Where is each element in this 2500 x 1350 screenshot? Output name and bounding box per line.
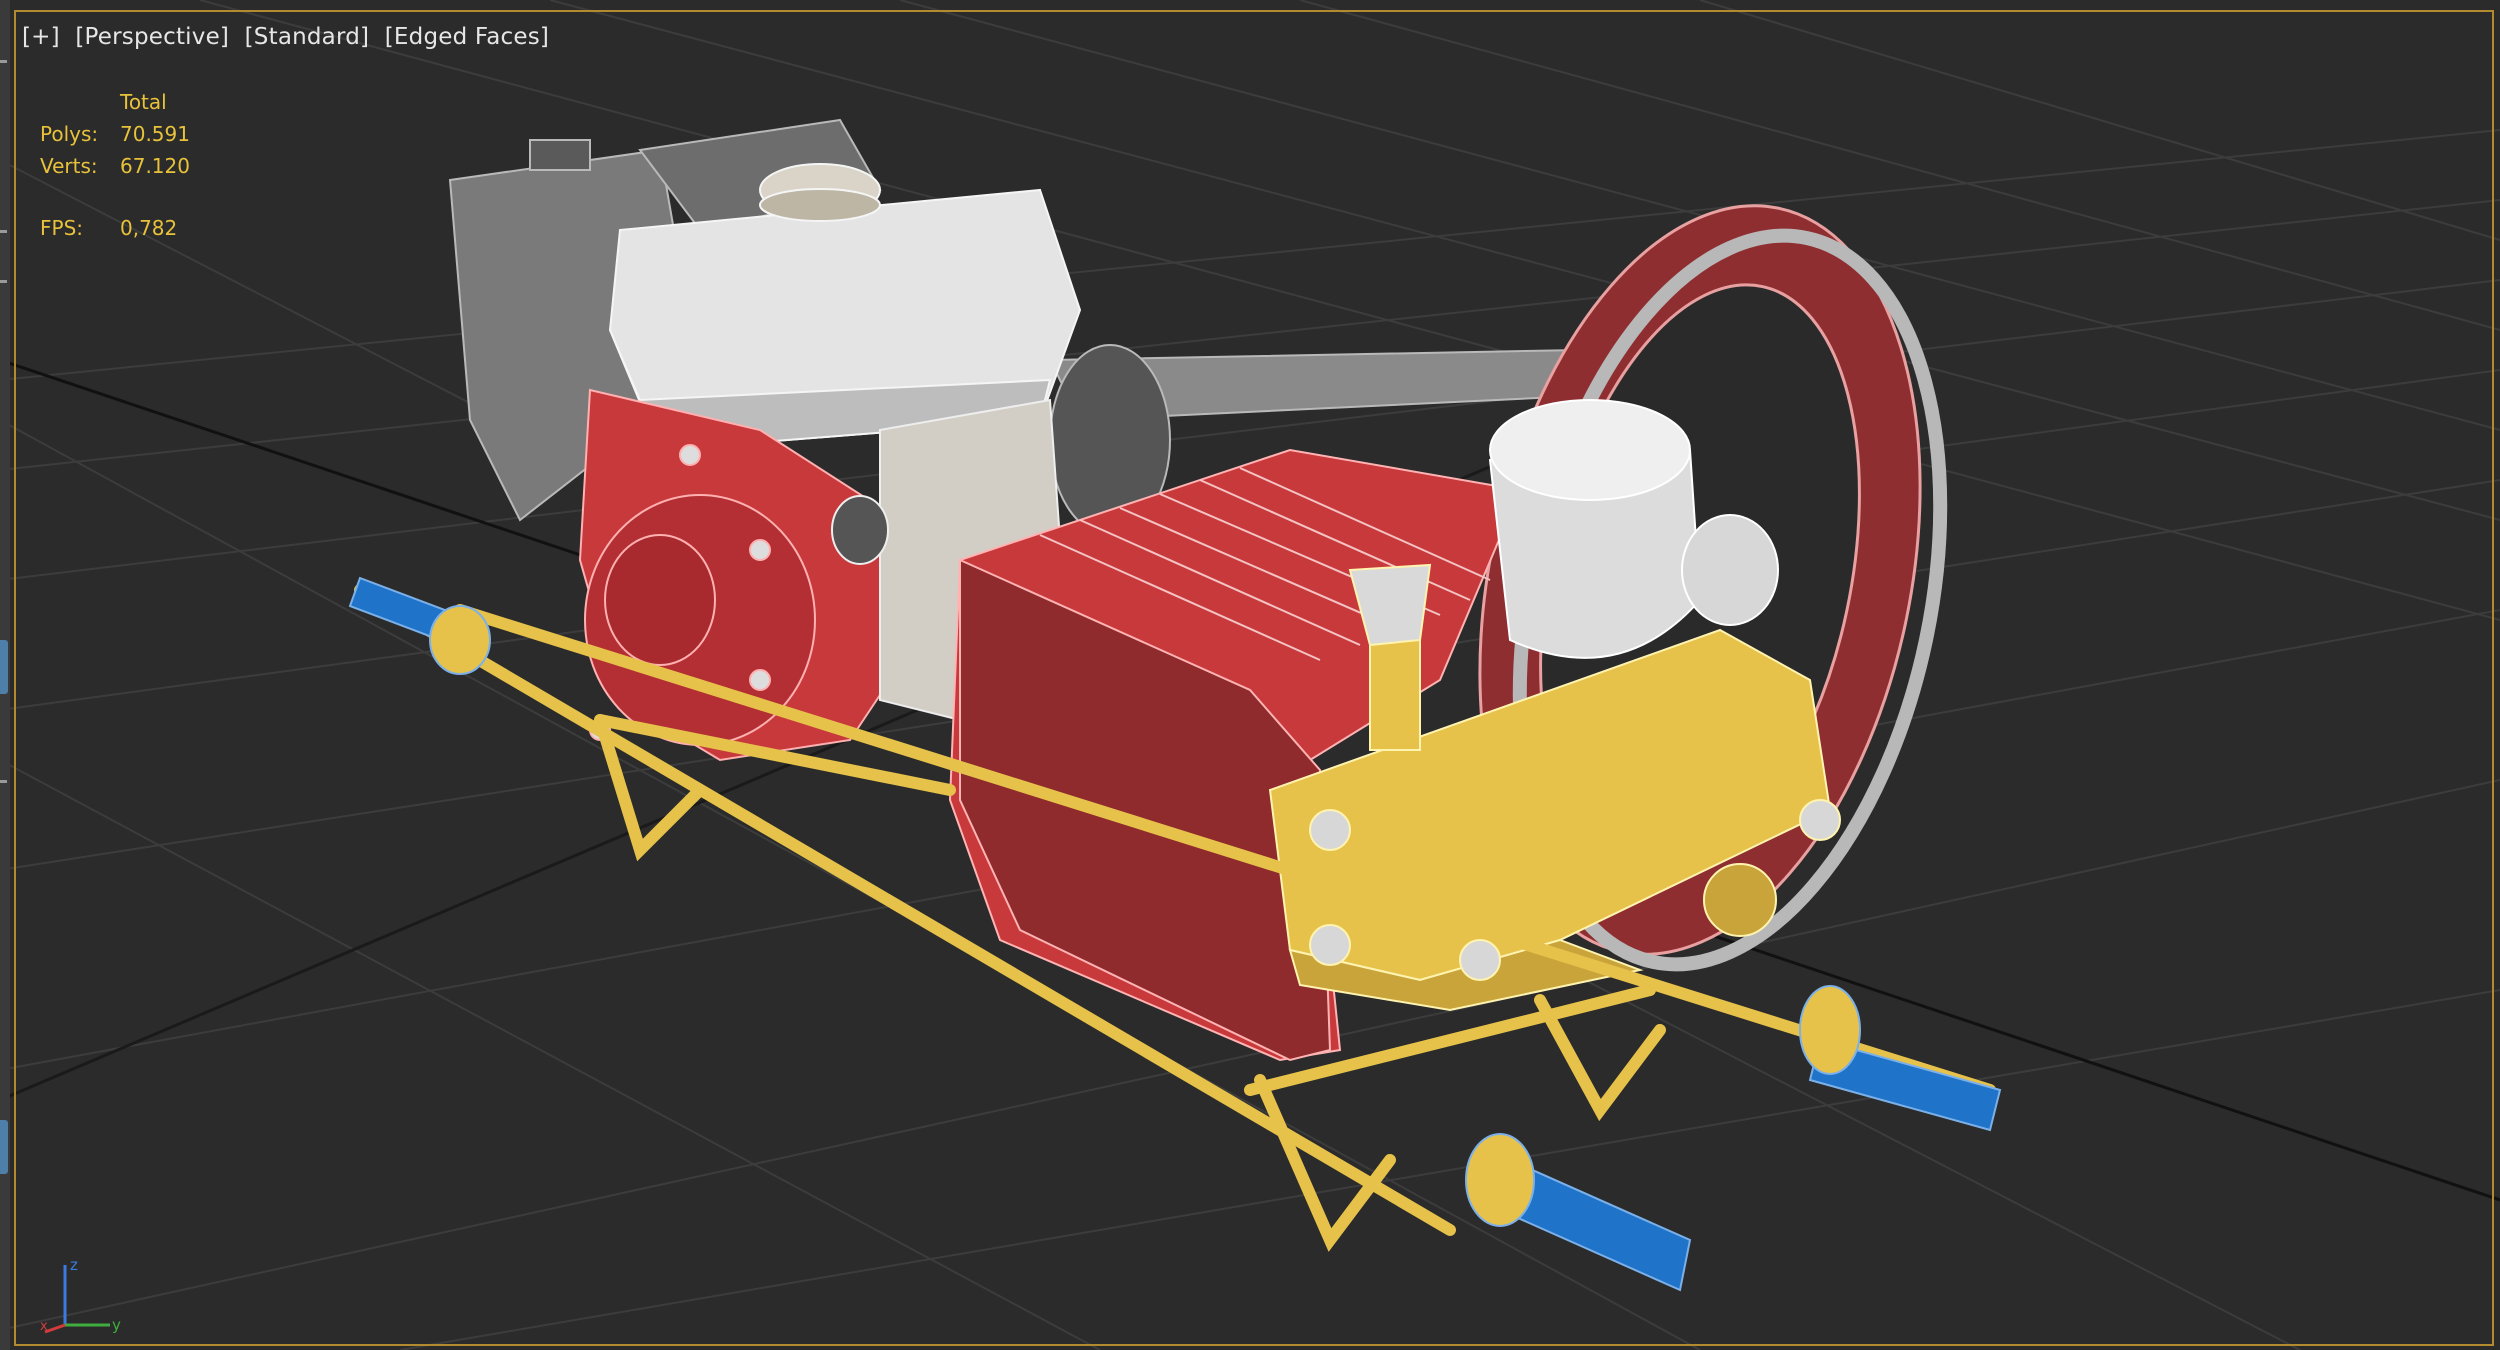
- stats-header: Total: [120, 90, 167, 114]
- left-panel-tab[interactable]: [0, 1120, 8, 1174]
- verts-label: Verts:: [40, 154, 98, 178]
- left-panel-tab[interactable]: [0, 640, 8, 694]
- ruler-tick: [0, 280, 7, 283]
- verts-value: 67.120: [120, 154, 190, 178]
- fps-value: 0,782: [120, 216, 178, 240]
- display-mode-menu[interactable]: [Edged Faces]: [385, 24, 549, 50]
- view-type-menu[interactable]: [Perspective]: [75, 24, 229, 50]
- axis-y-label: y: [112, 1316, 121, 1334]
- polys-label: Polys:: [40, 122, 99, 146]
- axis-z-label: z: [70, 1256, 78, 1274]
- viewport-label-menu[interactable]: [+] [Perspective] [Standard] [Edged Face…: [22, 24, 549, 50]
- shading-preset-menu[interactable]: [Standard]: [245, 24, 370, 50]
- fps-label: FPS:: [40, 216, 83, 240]
- perspective-viewport[interactable]: [+] [Perspective] [Standard] [Edged Face…: [0, 0, 2500, 1350]
- viewport-menu-button[interactable]: [+]: [22, 24, 60, 50]
- scene-render[interactable]: [0, 0, 2500, 1350]
- axis-gizmo-icon: z y x: [40, 1256, 121, 1334]
- ruler-tick: [0, 60, 7, 63]
- axis-x-label: x: [40, 1319, 48, 1334]
- handle-left-front: [1465, 1133, 1692, 1292]
- ruler-tick: [0, 780, 7, 783]
- statistics-overlay: Total Polys: 70.591 Verts: 67.120 FPS: 0,78…: [40, 86, 270, 244]
- polys-value: 70.591: [120, 122, 190, 146]
- ruler-tick: [0, 230, 7, 233]
